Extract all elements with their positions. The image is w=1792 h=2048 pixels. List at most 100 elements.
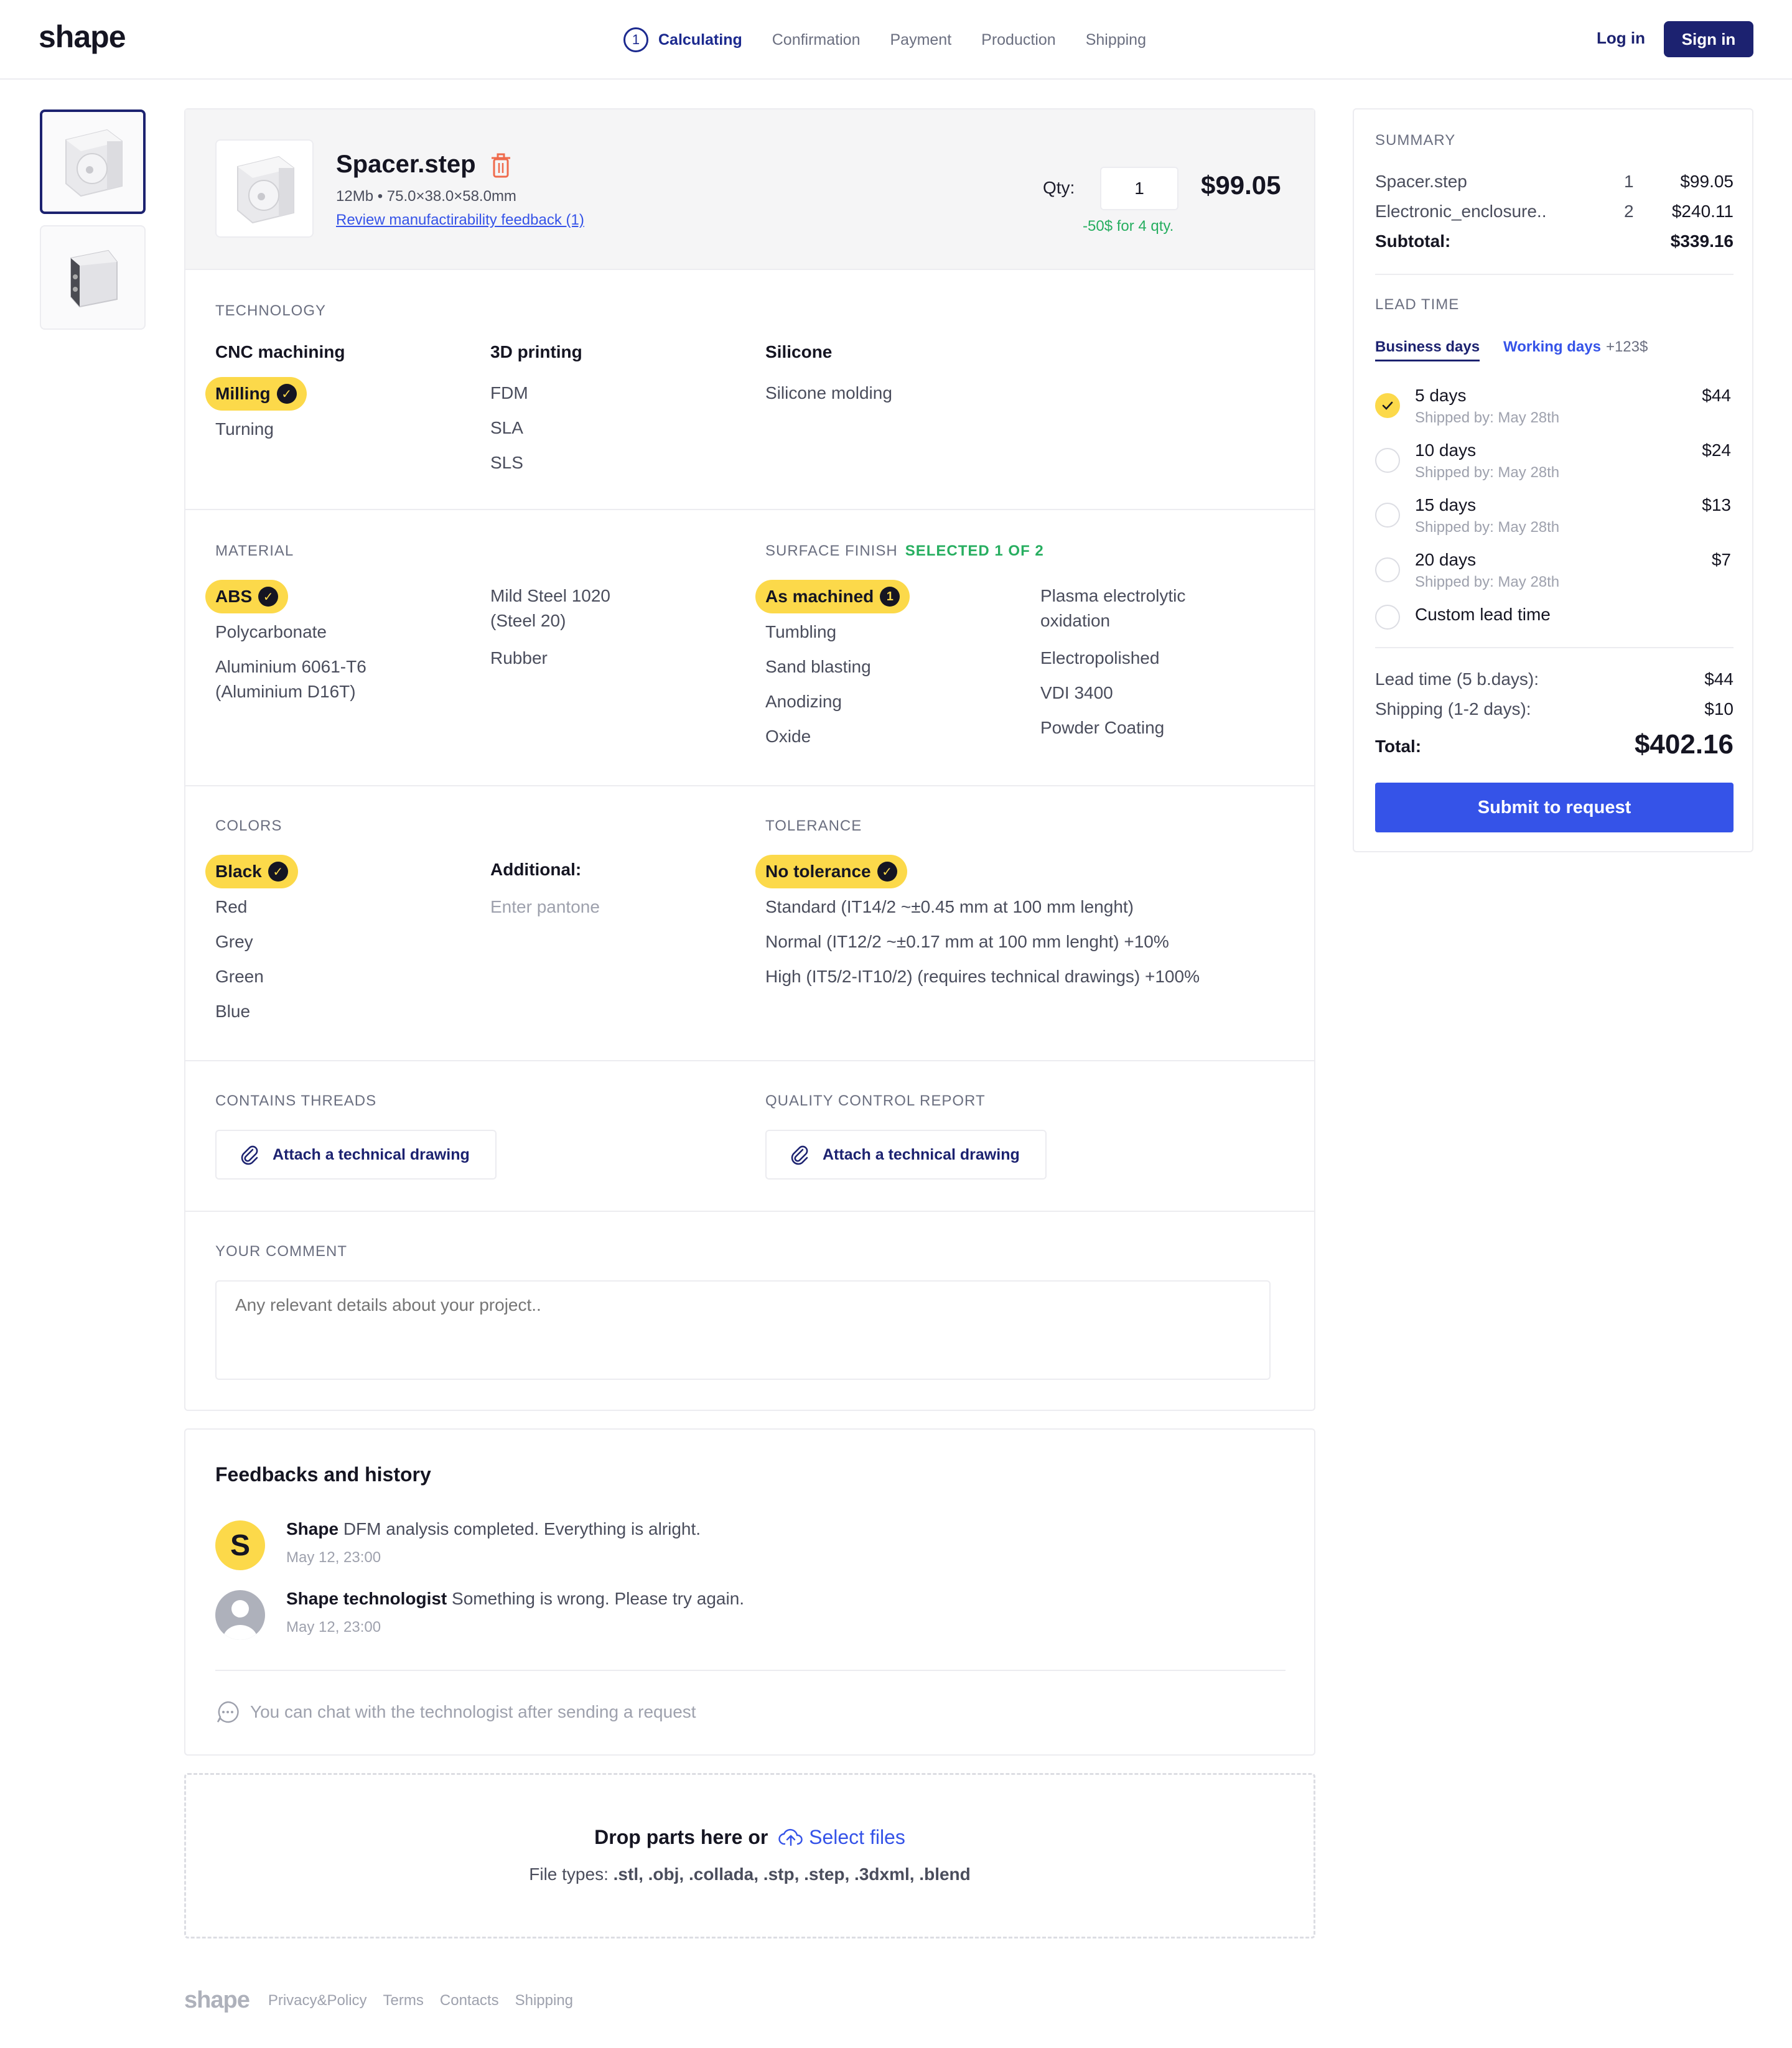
drop-text: Drop parts here or [594, 1826, 768, 1848]
option-sla[interactable]: SLA [490, 416, 523, 440]
section-divider [215, 1670, 1286, 1671]
lead-option-name: 5 days [1415, 386, 1467, 405]
pill-label: Black [215, 862, 262, 881]
step-confirmation[interactable]: Confirmation [772, 31, 861, 49]
button-label: Attach a technical drawing [823, 1145, 1020, 1163]
subtotal-label: Subtotal: [1375, 231, 1451, 251]
logo[interactable]: shape [39, 19, 126, 55]
feedback-text: Something is wrong. Please try again. [452, 1589, 745, 1608]
step-payment[interactable]: Payment [890, 31, 951, 49]
step-production[interactable]: Production [981, 31, 1056, 49]
footer-link-privacy[interactable]: Privacy&Policy [268, 1992, 367, 2009]
option-electropolished[interactable]: Electropolished [1040, 646, 1159, 671]
option-milling-selected[interactable]: Milling ✓ [205, 377, 307, 411]
lead-option-price: $13 [1702, 495, 1731, 514]
option-vdi-3400[interactable]: VDI 3400 [1040, 681, 1113, 705]
lead-radio-custom[interactable] [1375, 605, 1400, 630]
shipping-value: $10 [1704, 699, 1734, 719]
item-name: Spacer.step [1375, 172, 1467, 191]
file-drop-zone[interactable]: Drop parts here or Select files File typ… [184, 1773, 1315, 1939]
option-rubber[interactable]: Rubber [490, 646, 548, 671]
option-green[interactable]: Green [215, 964, 264, 989]
part-thumbnail-spacer[interactable] [40, 109, 146, 214]
step-number-icon: 1 [623, 27, 648, 52]
lead-radio-5-days-selected[interactable] [1375, 393, 1400, 418]
option-blue[interactable]: Blue [215, 999, 250, 1024]
qty-discount: -50$ for 4 qty. [1083, 218, 1174, 235]
section-divider [185, 1211, 1314, 1212]
lead-option-ship: Shipped by: May 28th [1415, 574, 1560, 590]
option-tolerance-high[interactable]: High (IT5/2-IT10/2) (requires technical … [765, 964, 1200, 989]
qc-attach-button[interactable]: Attach a technical drawing [765, 1130, 1047, 1180]
part-preview-icon [65, 129, 123, 197]
submit-request-button[interactable]: Submit to request [1375, 783, 1734, 832]
login-link[interactable]: Log in [1597, 29, 1645, 48]
lead-cost-value: $44 [1704, 669, 1734, 689]
option-turning[interactable]: Turning [215, 417, 274, 442]
option-fdm[interactable]: FDM [490, 381, 528, 406]
qc-report-label: QUALITY CONTROL REPORT [765, 1092, 986, 1109]
lead-cost-label: Lead time (5 b.days): [1375, 669, 1539, 689]
chat-note-text: You can chat with the technologist after… [250, 1702, 696, 1721]
option-silicone-molding[interactable]: Silicone molding [765, 381, 892, 406]
footer-link-terms[interactable]: Terms [383, 1992, 424, 2009]
option-aluminium[interactable]: Aluminium 6061-T6 (Aluminium D16T) [215, 654, 366, 704]
section-divider [185, 509, 1314, 510]
option-no-tolerance-selected[interactable]: No tolerance ✓ [755, 855, 907, 888]
part-meta: 12Mb • 75.0×38.0×58.0mm [336, 188, 516, 205]
pill-label: As machined [765, 587, 874, 606]
option-anodizing[interactable]: Anodizing [765, 689, 842, 714]
lead-cost-row: Lead time (5 b.days): $44 [1375, 669, 1734, 689]
dfm-feedback-link[interactable]: Review manufactirability feedback (1) [336, 212, 584, 229]
check-icon: ✓ [268, 862, 288, 882]
option-mild-steel[interactable]: Mild Steel 1020 (Steel 20) [490, 584, 610, 633]
selected-count: SELECTED 1 OF 2 [905, 542, 1044, 559]
option-oxide[interactable]: Oxide [765, 724, 811, 749]
part-thumbnail-enclosure[interactable] [40, 225, 146, 330]
item-name: Electronic_enclosure.. [1375, 202, 1547, 221]
person-icon [223, 1600, 258, 1640]
option-tolerance-normal[interactable]: Normal (IT12/2 ~±0.17 mm at 100 mm lengh… [765, 929, 1169, 954]
tab-working-days[interactable]: Working days +123$ [1503, 338, 1648, 356]
signin-button[interactable]: Sign in [1664, 21, 1753, 57]
option-tolerance-standard[interactable]: Standard (IT14/2 ~±0.45 mm at 100 mm len… [765, 895, 1134, 919]
footer-logo[interactable]: shape [184, 1987, 250, 2014]
tab-extra: +123$ [1605, 338, 1648, 355]
lead-radio-10-days[interactable] [1375, 448, 1400, 473]
lead-radio-20-days[interactable] [1375, 557, 1400, 582]
qty-input[interactable] [1100, 167, 1178, 210]
option-line: Plasma electrolytic [1040, 586, 1186, 605]
summary-item: Spacer.step 1 $99.05 [1375, 172, 1734, 192]
option-sls[interactable]: SLS [490, 450, 523, 475]
option-black-selected[interactable]: Black ✓ [205, 855, 298, 888]
threads-attach-button[interactable]: Attach a technical drawing [215, 1130, 497, 1180]
check-icon: ✓ [877, 862, 897, 882]
option-tumbling[interactable]: Tumbling [765, 620, 836, 645]
feedback-author: Shape [286, 1519, 339, 1538]
shape-avatar: S [215, 1520, 265, 1570]
tab-business-days[interactable]: Business days [1375, 338, 1480, 361]
silicone-heading: Silicone [765, 342, 833, 361]
option-as-machined-selected[interactable]: As machined 1 [755, 580, 910, 613]
option-powder-coating[interactable]: Powder Coating [1040, 715, 1164, 740]
option-polycarbonate[interactable]: Polycarbonate [215, 620, 327, 645]
lead-radio-15-days[interactable] [1375, 503, 1400, 528]
trash-icon[interactable] [490, 153, 511, 178]
option-grey[interactable]: Grey [215, 929, 253, 954]
comment-textarea[interactable] [215, 1280, 1271, 1380]
option-sand-blasting[interactable]: Sand blasting [765, 654, 871, 679]
option-plasma-oxidation[interactable]: Plasma electrolytic oxidation [1040, 584, 1185, 633]
footer-link-contacts[interactable]: Contacts [440, 1992, 499, 2009]
step-shipping[interactable]: Shipping [1086, 31, 1146, 49]
step-calculating[interactable]: 1 Calculating [623, 27, 742, 52]
option-red[interactable]: Red [215, 895, 247, 919]
select-files-link[interactable]: Select files [773, 1826, 905, 1848]
pantone-input[interactable]: Enter pantone [490, 895, 600, 919]
shipping-row: Shipping (1-2 days): $10 [1375, 699, 1734, 719]
check-icon: ✓ [258, 587, 279, 607]
option-abs-selected[interactable]: ABS ✓ [205, 580, 289, 613]
footer-link-shipping[interactable]: Shipping [515, 1992, 573, 2009]
shipping-label: Shipping (1-2 days): [1375, 699, 1531, 719]
top-header: shape 1 Calculating Confirmation Payment… [0, 0, 1792, 80]
subtotal-row: Subtotal: $339.16 [1375, 231, 1734, 251]
